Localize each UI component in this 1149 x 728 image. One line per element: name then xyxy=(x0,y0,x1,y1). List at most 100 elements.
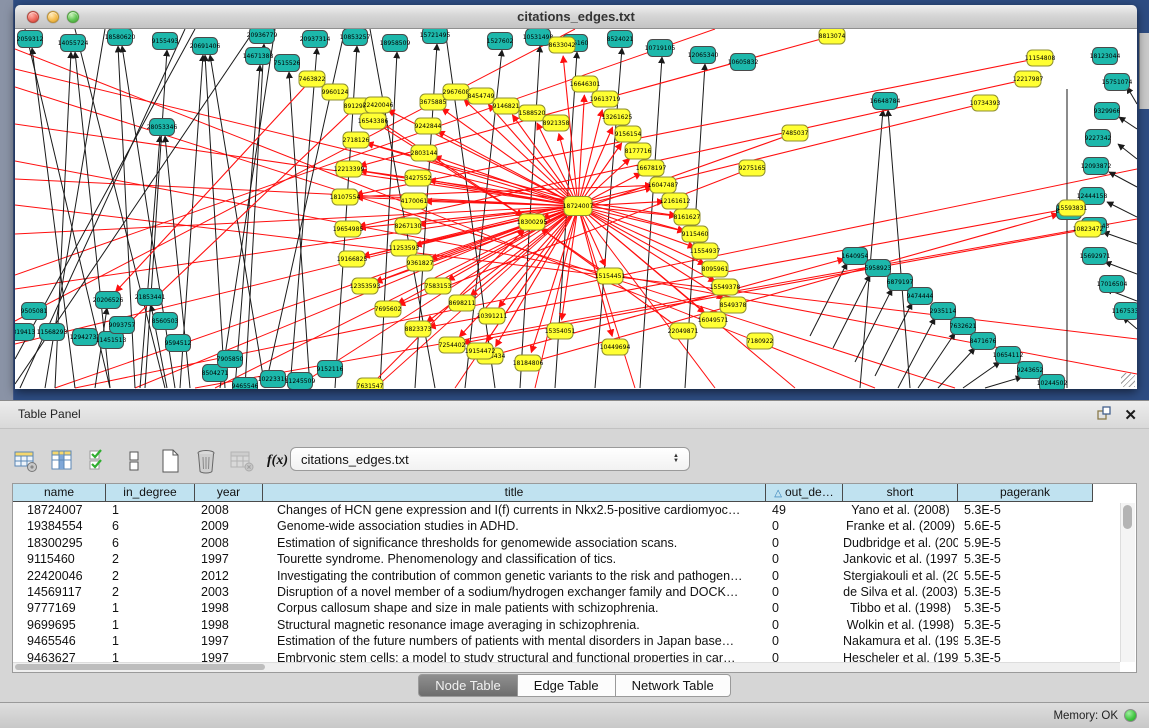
cell-in_degree[interactable]: 1 xyxy=(106,502,195,518)
graph-node[interactable]: 19154472 xyxy=(465,343,496,359)
cell-short[interactable]: de Silva et al. (2003) xyxy=(843,584,958,600)
cell-out_de[interactable]: 49 xyxy=(766,502,843,518)
graph-node[interactable]: 9152116 xyxy=(317,361,344,378)
table-row[interactable]: 1456911722003Disruption of a novel membe… xyxy=(13,584,1136,600)
graph-node[interactable]: 12213399 xyxy=(334,161,365,177)
graph-node[interactable]: 12217987 xyxy=(1013,71,1044,87)
cell-name[interactable]: 9465546 xyxy=(13,633,106,649)
column-header-out_de[interactable]: △out_de… xyxy=(766,484,843,502)
graph-node[interactable]: 2935114 xyxy=(930,303,957,320)
graph-node[interactable]: 14055724 xyxy=(58,35,89,52)
graph-node[interactable]: 16678197 xyxy=(636,160,667,176)
graph-node[interactable]: 8560503 xyxy=(152,313,179,330)
graph-node[interactable]: 20936779 xyxy=(247,29,278,44)
cell-in_degree[interactable]: 2 xyxy=(106,551,195,567)
graph-node[interactable]: 3675885 xyxy=(420,94,447,110)
graph-node[interactable]: 10734393 xyxy=(970,95,1001,111)
cell-name[interactable]: 9699695 xyxy=(13,617,106,633)
vertical-scrollbar[interactable] xyxy=(1120,503,1135,662)
column-header-short[interactable]: short xyxy=(843,484,958,502)
graph-node[interactable]: 15154451 xyxy=(595,268,626,284)
cell-short[interactable]: Dudbridge et al. (2008) xyxy=(843,535,958,551)
graph-node[interactable]: 15593831 xyxy=(1057,200,1088,216)
graph-node[interactable]: 2967608 xyxy=(443,84,470,100)
graph-node[interactable]: 19613719 xyxy=(590,91,621,107)
graph-node[interactable]: 13261625 xyxy=(602,109,633,125)
graph-node[interactable]: 7180922 xyxy=(747,333,774,349)
cell-name[interactable]: 9777169 xyxy=(13,600,106,616)
cell-year[interactable]: 2003 xyxy=(195,584,263,600)
graph-node[interactable]: 10391211 xyxy=(477,308,508,324)
cell-pagerank[interactable]: 5.3E-5 xyxy=(958,633,1093,649)
table-row[interactable]: 946554611997Estimation of the future num… xyxy=(13,633,1136,649)
graph-node[interactable]: 1640954 xyxy=(842,248,869,265)
cell-in_degree[interactable]: 2 xyxy=(106,568,195,584)
float-panel-icon[interactable] xyxy=(1096,405,1112,426)
graph-node[interactable]: 15751074 xyxy=(1102,74,1133,91)
graph-node[interactable]: 9361827 xyxy=(407,255,434,271)
cell-name[interactable]: 9115460 xyxy=(13,551,106,567)
graph-node[interactable]: 10605832 xyxy=(728,54,759,71)
cell-out_de[interactable]: 0 xyxy=(766,633,843,649)
cell-pagerank[interactable]: 5.3E-5 xyxy=(958,551,1093,567)
graph-node[interactable]: 9275165 xyxy=(739,160,766,176)
cell-out_de[interactable]: 0 xyxy=(766,584,843,600)
graph-node[interactable]: 9329966 xyxy=(1094,103,1121,120)
cell-year[interactable]: 2008 xyxy=(195,502,263,518)
graph-node[interactable]: 7632621 xyxy=(950,318,977,335)
horizontal-scrollbar-thumb[interactable] xyxy=(15,664,265,670)
cell-year[interactable]: 1998 xyxy=(195,617,263,633)
cell-short[interactable]: Jankovic et al. (1997) xyxy=(843,551,958,567)
graph-node[interactable]: 9505081 xyxy=(21,303,48,320)
graph-node[interactable]: 17016504 xyxy=(1097,276,1128,293)
graph-node[interactable]: 12065340 xyxy=(688,47,719,64)
cell-name[interactable]: 18300295 xyxy=(13,535,106,551)
cell-out_de[interactable]: 0 xyxy=(766,617,843,633)
graph-node[interactable]: 10654112 xyxy=(993,347,1024,364)
graph-node[interactable]: 8267130 xyxy=(395,218,422,234)
graph-node[interactable]: 1588520 xyxy=(519,105,546,121)
cell-short[interactable]: Stergiakouli et al. (2012) xyxy=(843,568,958,584)
graph-node[interactable]: 7695602 xyxy=(375,301,402,317)
graph-node[interactable]: 7631547 xyxy=(357,378,384,389)
graph-node[interactable]: 14671388 xyxy=(243,48,274,65)
cell-short[interactable]: Nakamura et al. (1997) xyxy=(843,633,958,649)
cell-in_degree[interactable]: 6 xyxy=(106,535,195,551)
graph-node[interactable]: 11154808 xyxy=(1025,50,1056,66)
cell-title[interactable]: Genome-wide association studies in ADHD. xyxy=(263,518,766,534)
graph-node[interactable]: 22049871 xyxy=(668,323,699,339)
graph-node[interactable]: 9474444 xyxy=(907,288,934,305)
tab-node-table[interactable]: Node Table xyxy=(418,674,518,697)
graph-node[interactable]: 9465546 xyxy=(232,378,259,390)
table-row[interactable]: 1830029562008Estimation of significance … xyxy=(13,535,1136,551)
graph-node[interactable]: 19654985 xyxy=(333,221,364,237)
function-builder-icon[interactable]: f(x) xyxy=(264,448,291,475)
graph-node[interactable]: 8698211 xyxy=(449,295,476,311)
graph-node[interactable]: 8177716 xyxy=(625,143,652,159)
graph-node[interactable]: 2718126 xyxy=(343,132,370,148)
graph-node[interactable]: 20206526 xyxy=(93,292,124,309)
graph-node[interactable]: 11568293 xyxy=(37,324,68,341)
graph-node[interactable]: 16543386 xyxy=(358,113,389,129)
table-row[interactable]: 1938455462009Genome-wide association stu… xyxy=(13,518,1136,534)
cell-pagerank[interactable]: 5.3E-5 xyxy=(958,617,1093,633)
graph-node[interactable]: 8921358 xyxy=(543,115,570,131)
graph-node[interactable]: 7905850 xyxy=(217,351,244,368)
cell-name[interactable]: 14569117 xyxy=(13,584,106,600)
cell-out_de[interactable]: 0 xyxy=(766,518,843,534)
graph-node[interactable]: 8454749 xyxy=(468,88,495,104)
delete-table-icon[interactable] xyxy=(192,448,219,475)
graph-node[interactable]: 2059312 xyxy=(17,31,44,48)
graph-node[interactable]: 19166825 xyxy=(337,251,368,267)
column-header-in_degree[interactable]: in_degree xyxy=(106,484,195,502)
cell-short[interactable]: Yano et al. (2008) xyxy=(843,502,958,518)
graph-node[interactable]: 10853257 xyxy=(340,29,371,46)
graph-node[interactable]: 10719105 xyxy=(645,40,676,57)
graph-node[interactable]: 12353593 xyxy=(350,278,381,294)
graph-node[interactable]: 12093872 xyxy=(1081,158,1112,175)
cell-pagerank[interactable]: 5.9E-5 xyxy=(958,535,1093,551)
cell-year[interactable]: 2009 xyxy=(195,518,263,534)
cell-short[interactable]: Tibbo et al. (1998) xyxy=(843,600,958,616)
graph-node[interactable]: 9227342 xyxy=(1085,130,1112,147)
graph-node[interactable]: 18107554 xyxy=(330,189,361,205)
